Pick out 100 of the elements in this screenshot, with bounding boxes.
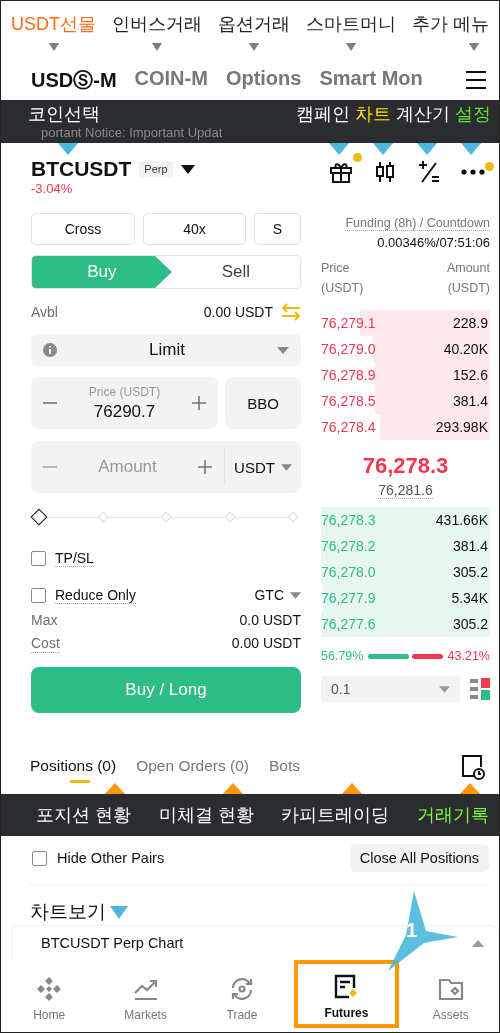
notice-text[interactable]: portant Notice: Important Updat [28,125,491,140]
buy-ratio: 56.79% [321,649,364,663]
pointer-icon [461,143,481,155]
more-icon[interactable] [461,169,485,175]
side-tab[interactable]: Buy [32,256,172,288]
close-all-button[interactable]: Close All Positions [349,844,489,872]
menu-icon[interactable] [465,70,487,90]
info-icon[interactable] [43,343,57,357]
sell-ratio: 43.21% [447,649,490,663]
layout-icon[interactable] [470,678,490,700]
annotation-label: 거래기록 [417,804,489,827]
perp-badge: Perp [139,161,173,177]
bid-amount: 305.2 [452,616,488,632]
caret-icon[interactable] [180,164,195,174]
annotation-label: 카피트레이딩 [281,804,390,827]
unit-select[interactable]: USDT [225,441,301,493]
annotation-label: 코인선택 [28,103,100,125]
asset-mode-button[interactable]: S [254,213,301,245]
checkbox[interactable] [31,550,46,566]
candlestick-icon[interactable] [374,160,396,184]
annotation-label: 추가 메뉴 [411,13,489,35]
time-in-force-select[interactable]: GTC [254,587,301,603]
positions-tab[interactable]: Open Orders (0) [136,751,249,783]
annotation-label: 옵션거래 [217,13,290,35]
refresh-icon [229,976,255,1002]
annotation-label: 미체결 현황 [158,804,254,827]
dropdown-caret-icon [439,685,450,693]
transfer-icon[interactable] [281,303,301,321]
market-tab[interactable]: Smart Mon [319,66,423,94]
dropdown-caret-icon [280,463,292,471]
precision-select[interactable]: 0.1 [321,676,460,702]
ask-amount: 293.98K [435,419,488,435]
wallet-icon [437,976,464,1002]
bid-amount: 305.2 [452,564,488,580]
pointer-icon [417,143,437,155]
funding-label: Funding (8h) / Countdown [345,216,490,231]
pointer-icon [329,143,349,155]
nav-item[interactable]: Home [1,960,98,1032]
plus-icon[interactable] [192,396,206,410]
hide-pairs-label: Hide Other Pairs [57,850,165,866]
home-icon [36,976,63,1002]
bid-amount: 381.4 [452,538,488,554]
dropdown-caret-icon [290,591,301,599]
nav-item[interactable]: Markets [97,960,194,1032]
market-tab[interactable]: Options [225,66,302,94]
ask-price[interactable]: 76,278.9 [321,367,376,383]
amount-field[interactable]: Amount [57,456,198,478]
last-price: 76,278.3 [362,453,449,479]
bid-amount: 431.66K [435,512,488,528]
calculator-icon[interactable] [417,160,441,184]
positions-tab[interactable]: Bots [269,751,301,783]
buy-long-button[interactable]: Buy / Long [31,667,301,713]
column-header: Amount (USDT) [446,260,490,297]
annotation-label: 캠페인 [296,103,350,125]
pointer-icon [58,143,78,155]
annotation-label: 설정 [455,103,491,125]
annotation-label: 인버스거래 [112,13,202,35]
max-label: Max [31,612,58,630]
funding-value: 0.00346%/07:51:06 [377,235,490,250]
history-icon[interactable] [461,754,485,780]
mark-price: 76,281.6 [378,482,433,499]
cost-value: 0.00 USDT [231,635,301,653]
ask-amount: 228.9 [452,315,488,331]
annotation-label: 포지션 현황 [36,804,131,827]
tpsl-label: TP/SL [55,549,94,567]
margin-mode-button[interactable]: Cross [31,213,135,245]
avbl-label: Avbl [31,304,58,320]
pointer-icon [110,905,128,919]
bbo-button[interactable]: BBO [225,377,301,429]
reduce-only-label: Reduce Only [55,586,136,604]
pointer-icon [373,143,393,155]
price-field[interactable]: Price (USDT) 76290.7 [31,377,218,429]
ask-price[interactable]: 76,278.4 [321,419,376,435]
nav-item[interactable]: Assets [402,960,499,1032]
market-tab[interactable]: USDⓈ-M [31,66,117,94]
bid-amount: 5.34K [451,590,488,606]
order-type-select[interactable]: Limit [31,334,301,366]
ask-amount: 381.4 [452,393,488,409]
checkbox[interactable] [32,850,47,866]
annotation-label: 차트보기 [30,900,106,924]
column-header: Price (USDT) [321,260,364,297]
annotation-label: 차트 [355,103,391,125]
annotation-label: 스마트머니 [305,13,396,35]
ask-price[interactable]: 76,279.0 [321,341,376,357]
nav-item[interactable]: Trade [193,960,291,1032]
dropdown-caret-icon [277,346,289,354]
symbol-name[interactable]: BTCUSDT [31,157,132,181]
document-icon [333,974,360,1000]
leverage-button[interactable]: 40x [143,213,246,245]
avbl-value: 0.00 USDT [203,304,273,320]
max-value: 0.0 USDT [239,612,301,630]
nav-item[interactable]: Futures [294,960,399,1028]
annotation-label: 계산기 [396,103,450,125]
plus-icon[interactable] [198,460,212,474]
checkbox[interactable] [31,587,46,603]
market-tab[interactable]: COIN-M [134,66,208,94]
ask-price[interactable]: 76,279.1 [321,315,376,331]
ask-price[interactable]: 76,278.5 [321,393,376,409]
ask-amount: 152.6 [452,367,488,383]
gift-icon[interactable] [329,160,353,184]
